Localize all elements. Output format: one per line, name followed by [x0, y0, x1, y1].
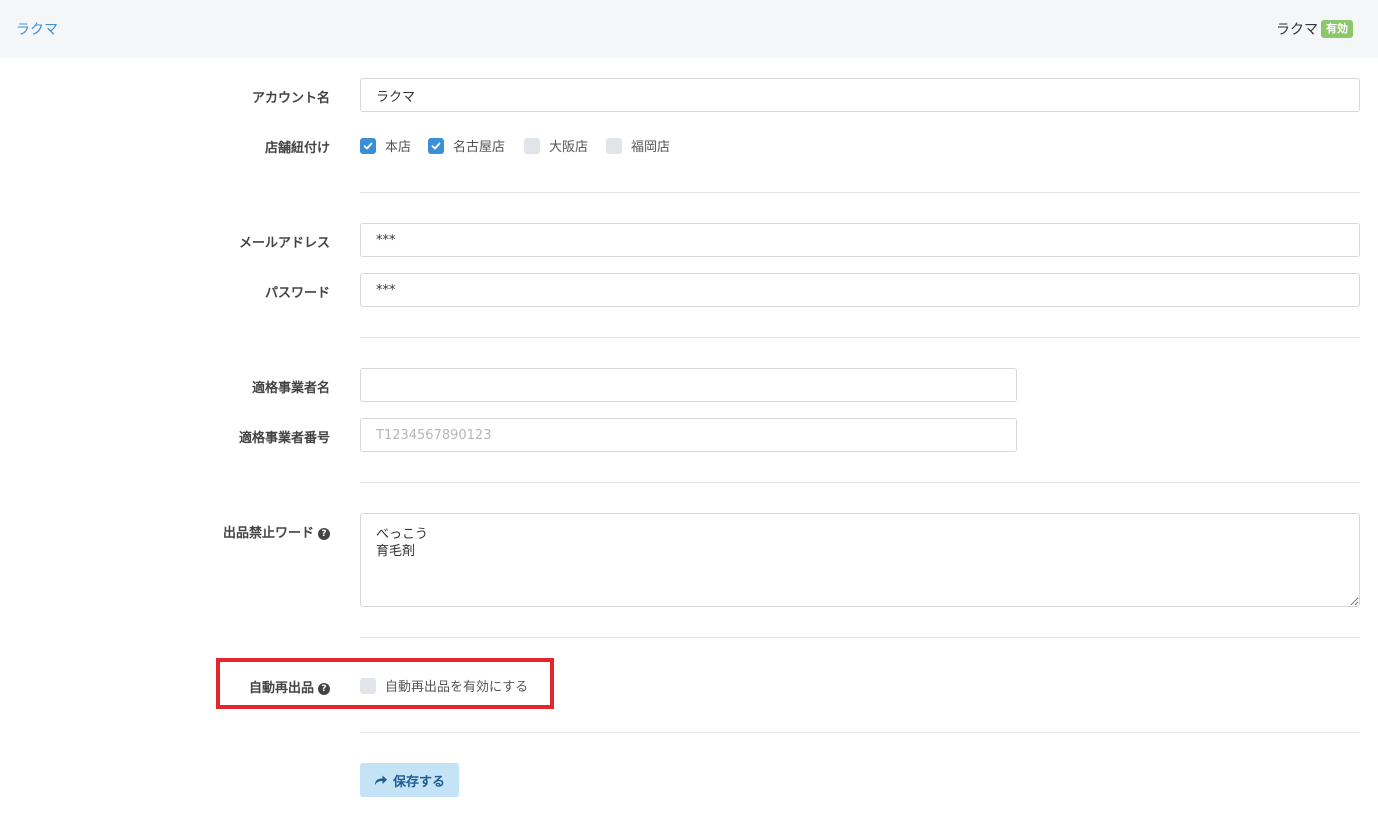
store-option-label: 本店: [385, 140, 412, 155]
qualified-number-label: 適格事業者番号: [238, 431, 330, 446]
section-divider: [360, 337, 1360, 338]
store-link-label: 店舗紐付け: [264, 141, 330, 156]
brand-link[interactable]: ラクマ: [16, 19, 58, 39]
store-checkbox-fukuoka[interactable]: 福岡店: [606, 136, 670, 155]
store-option-label: 大阪店: [549, 140, 589, 155]
status-badge: 有効: [1321, 20, 1353, 38]
banned-words-textarea[interactable]: べっこう 育毛剤: [360, 513, 1360, 607]
store-option-label: 名古屋店: [453, 140, 506, 155]
save-button[interactable]: 保存する: [360, 763, 459, 797]
section-divider: [360, 482, 1360, 483]
store-checkbox-honten[interactable]: 本店: [360, 136, 411, 155]
qualified-name-input[interactable]: [360, 368, 1017, 402]
question-circle-icon[interactable]: ?: [318, 528, 330, 540]
top-bar: ラクマ ラクマ 有効: [0, 0, 1378, 58]
checkbox-unchecked-icon[interactable]: [524, 137, 540, 154]
email-field[interactable]: [360, 223, 1360, 257]
password-field[interactable]: [360, 273, 1360, 307]
section-divider: [360, 732, 1360, 733]
password-label: パスワード: [264, 286, 330, 301]
account-name-input[interactable]: [360, 78, 1360, 112]
store-option-label: 福岡店: [631, 140, 671, 155]
banned-words-label: 出品禁止ワード?: [0, 522, 330, 541]
checkbox-checked-icon[interactable]: [428, 137, 444, 154]
qualified-number-input[interactable]: [360, 418, 1017, 452]
qualified-name-label: 適格事業者名: [251, 381, 330, 396]
checkbox-checked-icon[interactable]: [360, 137, 376, 154]
share-arrow-icon: [374, 775, 387, 785]
account-name-label: ラクマ: [1276, 22, 1318, 38]
account-name-label-text: アカウント名: [251, 91, 330, 106]
checkbox-unchecked-icon[interactable]: [606, 137, 622, 154]
store-checkbox-osaka[interactable]: 大阪店: [524, 136, 588, 155]
highlight-box: [216, 658, 554, 709]
banned-words-label-text: 出品禁止ワード: [222, 526, 314, 541]
section-divider: [360, 192, 1360, 193]
save-button-label: 保存する: [392, 774, 445, 790]
email-label: メールアドレス: [238, 236, 330, 251]
section-divider: [360, 637, 1360, 638]
store-checkbox-nagoya[interactable]: 名古屋店: [428, 136, 505, 155]
